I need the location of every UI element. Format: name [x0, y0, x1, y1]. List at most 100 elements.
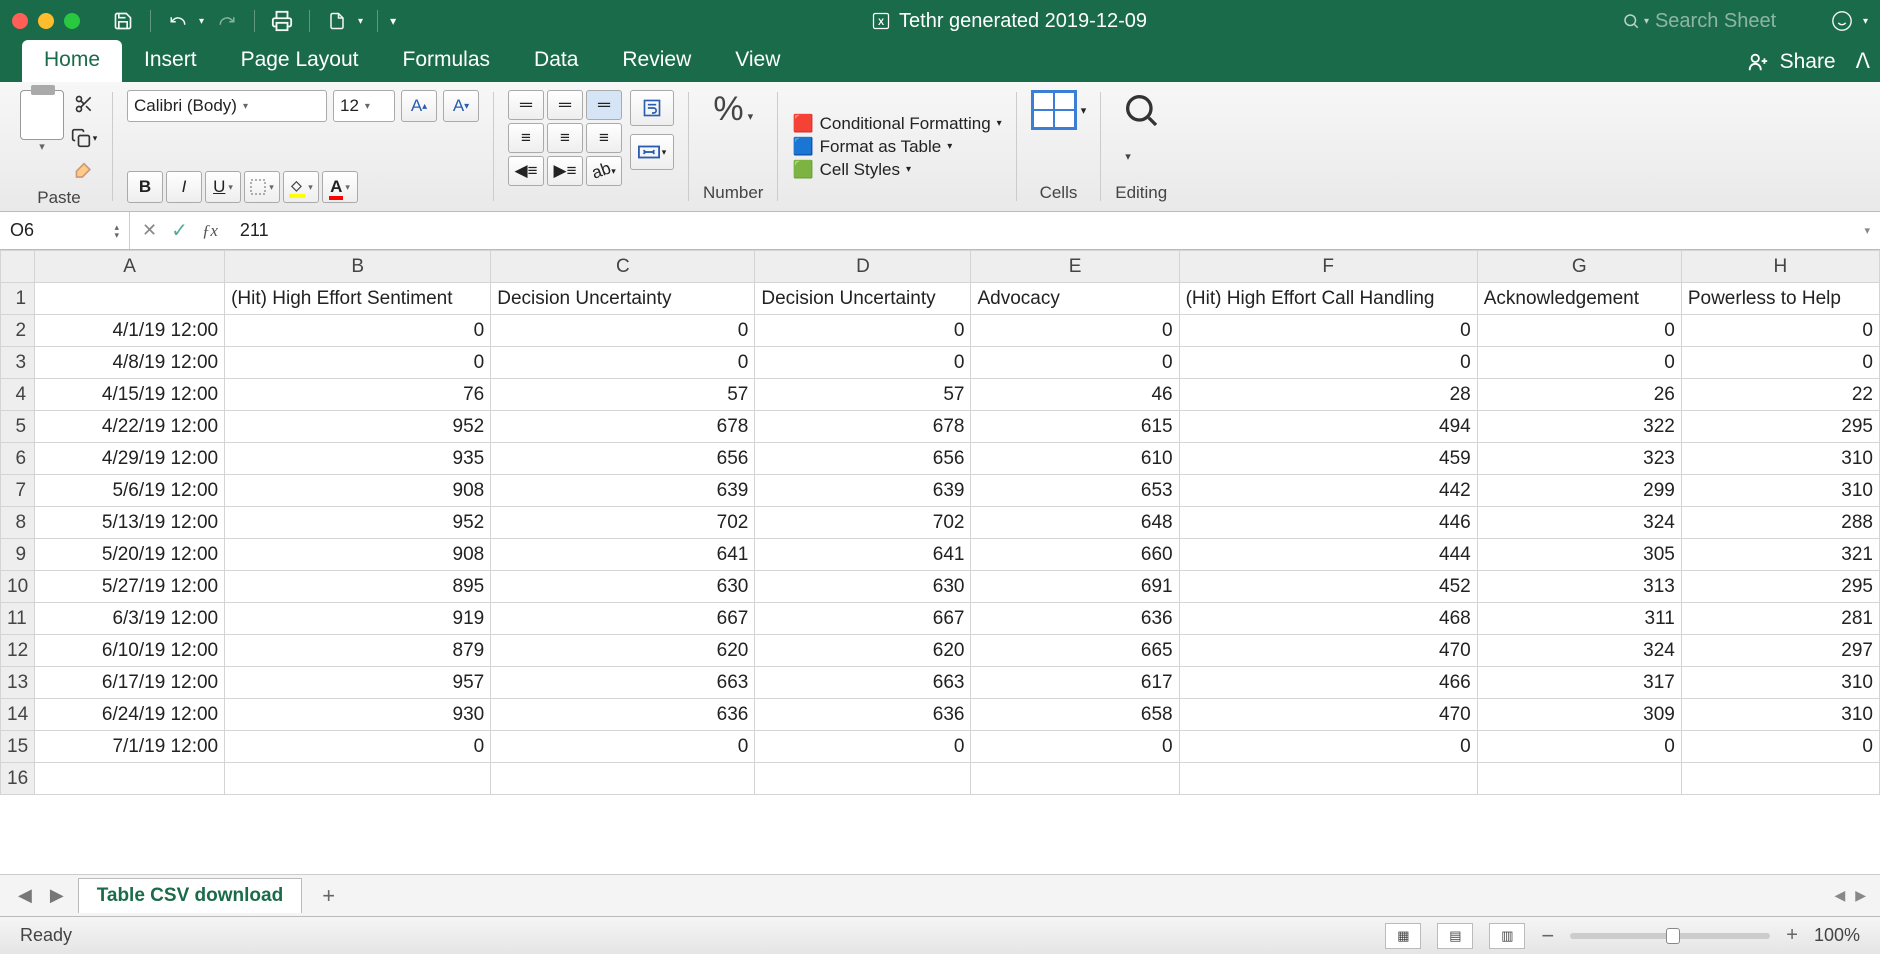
cell[interactable] — [1179, 763, 1477, 795]
cell[interactable]: 0 — [755, 347, 971, 379]
sheet-nav-prev[interactable]: ◀ — [14, 883, 36, 908]
search-box[interactable]: ▾ — [1622, 10, 1805, 33]
cell[interactable]: 0 — [225, 347, 491, 379]
cell[interactable]: 0 — [491, 315, 755, 347]
underline-button[interactable]: U — [205, 171, 241, 203]
cell[interactable] — [491, 763, 755, 795]
row-header[interactable]: 4 — [1, 379, 35, 411]
row-header[interactable]: 14 — [1, 699, 35, 731]
cell[interactable]: 617 — [971, 667, 1179, 699]
cell[interactable]: 0 — [1477, 347, 1681, 379]
cell[interactable]: 5/13/19 12:00 — [35, 507, 225, 539]
undo-dropdown[interactable]: ▾ — [199, 16, 204, 27]
align-right-button[interactable]: ≡ — [586, 123, 622, 153]
cell[interactable]: 310 — [1681, 699, 1879, 731]
row-header[interactable]: 13 — [1, 667, 35, 699]
cell[interactable]: 295 — [1681, 571, 1879, 603]
cell[interactable]: 6/3/19 12:00 — [35, 603, 225, 635]
tab-data[interactable]: Data — [512, 40, 600, 82]
cell[interactable]: 4/29/19 12:00 — [35, 443, 225, 475]
cell[interactable]: 0 — [971, 347, 1179, 379]
row-header[interactable]: 5 — [1, 411, 35, 443]
cell[interactable]: 57 — [491, 379, 755, 411]
zoom-in-button[interactable]: + — [1786, 924, 1798, 947]
cells-icon[interactable] — [1031, 90, 1077, 130]
cell[interactable]: 0 — [1477, 315, 1681, 347]
cell-styles-button[interactable]: 🟩Cell Styles ▾ — [792, 160, 1001, 180]
tab-formulas[interactable]: Formulas — [381, 40, 513, 82]
percent-icon[interactable]: %▾ — [713, 90, 753, 129]
cell[interactable]: 311 — [1477, 603, 1681, 635]
cell[interactable]: 678 — [755, 411, 971, 443]
cell[interactable] — [755, 763, 971, 795]
cell[interactable]: 46 — [971, 379, 1179, 411]
tab-page-layout[interactable]: Page Layout — [219, 40, 381, 82]
cell[interactable]: 908 — [225, 539, 491, 571]
spreadsheet-grid[interactable]: A B C D E F G H 1(Hit) High Effort Senti… — [0, 250, 1880, 874]
new-doc-dropdown[interactable]: ▾ — [358, 16, 363, 27]
row-header[interactable]: 6 — [1, 443, 35, 475]
cell[interactable]: 0 — [1477, 731, 1681, 763]
cell[interactable]: 57 — [755, 379, 971, 411]
cell[interactable]: 7/1/19 12:00 — [35, 731, 225, 763]
tab-view[interactable]: View — [713, 40, 802, 82]
cell[interactable]: 630 — [491, 571, 755, 603]
align-middle-button[interactable]: ═ — [547, 90, 583, 120]
cell[interactable]: 4/8/19 12:00 — [35, 347, 225, 379]
align-top-button[interactable]: ═ — [508, 90, 544, 120]
decrease-indent-button[interactable]: ◀≡ — [508, 156, 544, 186]
align-left-button[interactable]: ≡ — [508, 123, 544, 153]
zoom-level[interactable]: 100% — [1814, 925, 1860, 946]
cell[interactable]: 667 — [755, 603, 971, 635]
cell[interactable]: 636 — [971, 603, 1179, 635]
normal-view-button[interactable]: ▦ — [1385, 923, 1421, 949]
align-bottom-button[interactable]: ═ — [586, 90, 622, 120]
cell[interactable]: 879 — [225, 635, 491, 667]
col-header[interactable]: E — [971, 251, 1179, 283]
bold-button[interactable]: B — [127, 171, 163, 203]
cell[interactable] — [225, 763, 491, 795]
add-sheet-button[interactable]: + — [312, 883, 345, 909]
copy-button[interactable]: ▾ — [70, 124, 98, 152]
cell[interactable]: 468 — [1179, 603, 1477, 635]
cell[interactable]: 317 — [1477, 667, 1681, 699]
cell[interactable]: 930 — [225, 699, 491, 731]
col-header[interactable]: C — [491, 251, 755, 283]
font-size-combo[interactable]: 12▾ — [333, 90, 395, 122]
cell[interactable] — [1681, 763, 1879, 795]
hscroll-left[interactable]: ◀ — [1834, 887, 1845, 904]
cell[interactable]: 636 — [491, 699, 755, 731]
name-box[interactable]: O6 ▴▾ — [0, 212, 130, 249]
cell[interactable]: 648 — [971, 507, 1179, 539]
cell[interactable]: 299 — [1477, 475, 1681, 507]
row-header[interactable]: 1 — [1, 283, 35, 315]
row-header[interactable]: 8 — [1, 507, 35, 539]
cell[interactable]: 310 — [1681, 475, 1879, 507]
cell[interactable]: 665 — [971, 635, 1179, 667]
format-as-table-button[interactable]: 🟦Format as Table ▾ — [792, 137, 1001, 157]
minimize-window-button[interactable] — [38, 13, 54, 29]
row-header[interactable]: 7 — [1, 475, 35, 507]
cell[interactable]: 952 — [225, 507, 491, 539]
cell[interactable]: 0 — [1179, 347, 1477, 379]
cell[interactable] — [35, 763, 225, 795]
row-header[interactable]: 2 — [1, 315, 35, 347]
cell[interactable]: 678 — [491, 411, 755, 443]
cell[interactable]: 636 — [755, 699, 971, 731]
conditional-formatting-button[interactable]: 🟥Conditional Formatting ▾ — [792, 114, 1001, 134]
column-headers[interactable]: A B C D E F G H — [1, 251, 1880, 283]
cell[interactable]: (Hit) High Effort Call Handling — [1179, 283, 1477, 315]
tab-home[interactable]: Home — [22, 40, 122, 82]
paste-icon[interactable] — [20, 90, 64, 140]
cell[interactable]: 641 — [491, 539, 755, 571]
cell[interactable]: 466 — [1179, 667, 1477, 699]
cell[interactable]: 281 — [1681, 603, 1879, 635]
cell[interactable]: 494 — [1179, 411, 1477, 443]
cell[interactable]: 630 — [755, 571, 971, 603]
borders-button[interactable] — [244, 171, 280, 203]
cell[interactable]: 0 — [755, 315, 971, 347]
cell[interactable]: 5/20/19 12:00 — [35, 539, 225, 571]
cell[interactable]: 908 — [225, 475, 491, 507]
col-header[interactable]: G — [1477, 251, 1681, 283]
cell[interactable]: 321 — [1681, 539, 1879, 571]
